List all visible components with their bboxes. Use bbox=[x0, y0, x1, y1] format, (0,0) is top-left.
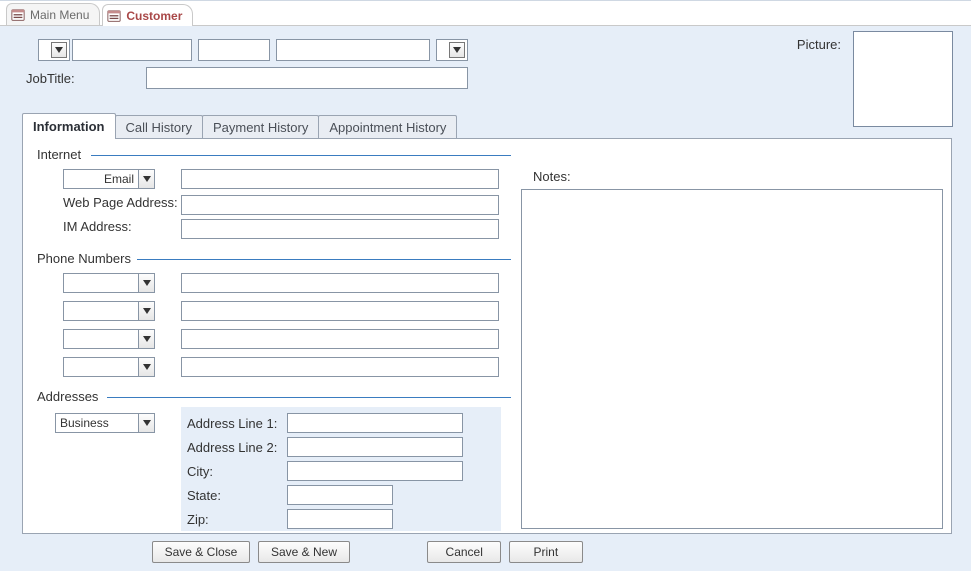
jobtitle-input[interactable] bbox=[146, 67, 468, 89]
form-icon bbox=[11, 8, 25, 22]
tab-call-history-label: Call History bbox=[126, 120, 192, 135]
document-tabs: Main Menu Customer bbox=[0, 1, 971, 26]
phone4-type-combo[interactable] bbox=[63, 357, 155, 377]
suffix-dropdown[interactable] bbox=[436, 39, 468, 61]
phone-group-label: Phone Numbers bbox=[33, 251, 135, 266]
addresses-group-label: Addresses bbox=[33, 389, 102, 404]
webpage-label: Web Page Address: bbox=[63, 195, 181, 210]
internet-group-label: Internet bbox=[33, 147, 85, 162]
cancel-label: Cancel bbox=[446, 545, 483, 559]
tabpage-information: Internet Email Web Page Address: IM Addr… bbox=[22, 138, 952, 534]
phone3-type-combo[interactable] bbox=[63, 329, 155, 349]
addr-city-input[interactable] bbox=[287, 461, 463, 481]
jobtitle-label: JobTitle: bbox=[26, 71, 146, 86]
save-new-label: Save & New bbox=[271, 545, 337, 559]
addr-state-label: State: bbox=[187, 488, 287, 503]
addr-city-label: City: bbox=[187, 464, 287, 479]
chevron-down-icon bbox=[449, 42, 465, 58]
lastname-input[interactable] bbox=[276, 39, 430, 61]
webpage-input[interactable] bbox=[181, 195, 499, 215]
button-bar: Save & Close Save & New Cancel Print bbox=[0, 541, 971, 563]
save-close-button[interactable]: Save & Close bbox=[152, 541, 251, 563]
phone1-input[interactable] bbox=[181, 273, 499, 293]
firstname-input[interactable] bbox=[72, 39, 192, 61]
picture-label: Picture: bbox=[797, 37, 841, 52]
title-dropdown[interactable] bbox=[38, 39, 70, 61]
doc-tab-customer[interactable]: Customer bbox=[102, 4, 193, 26]
chevron-down-icon bbox=[138, 414, 154, 432]
phone2-input[interactable] bbox=[181, 301, 499, 321]
tab-information-label: Information bbox=[33, 119, 105, 134]
notes-textarea[interactable] bbox=[521, 189, 943, 529]
chevron-down-icon bbox=[138, 358, 154, 376]
chevron-down-icon bbox=[51, 42, 67, 58]
tab-payment-history[interactable]: Payment History bbox=[202, 115, 319, 139]
phone3-input[interactable] bbox=[181, 329, 499, 349]
chevron-down-icon bbox=[138, 302, 154, 320]
addr-line1-input[interactable] bbox=[287, 413, 463, 433]
chevron-down-icon bbox=[138, 330, 154, 348]
email-input[interactable] bbox=[181, 169, 499, 189]
email-type-combo-text: Email bbox=[64, 172, 138, 186]
phone-group-line bbox=[137, 259, 511, 260]
print-button[interactable]: Print bbox=[509, 541, 583, 563]
im-input[interactable] bbox=[181, 219, 499, 239]
tab-appointment-history-label: Appointment History bbox=[329, 120, 446, 135]
address-type-combo[interactable]: Business bbox=[55, 413, 155, 433]
addr-line2-label: Address Line 2: bbox=[187, 440, 287, 455]
addr-state-input[interactable] bbox=[287, 485, 393, 505]
tab-information[interactable]: Information bbox=[22, 113, 116, 139]
addr-zip-input[interactable] bbox=[287, 509, 393, 529]
address-subpanel: Address Line 1: Address Line 2: City: St… bbox=[181, 407, 501, 531]
form-icon bbox=[107, 9, 121, 23]
middlename-input[interactable] bbox=[198, 39, 270, 61]
tab-appointment-history[interactable]: Appointment History bbox=[318, 115, 457, 139]
addr-line1-label: Address Line 1: bbox=[187, 416, 287, 431]
tab-payment-history-label: Payment History bbox=[213, 120, 308, 135]
save-new-button[interactable]: Save & New bbox=[258, 541, 350, 563]
chevron-down-icon bbox=[138, 274, 154, 292]
doc-tab-main-menu[interactable]: Main Menu bbox=[6, 3, 100, 25]
chevron-down-icon bbox=[138, 170, 154, 188]
notes-label: Notes: bbox=[533, 169, 571, 184]
save-close-label: Save & Close bbox=[165, 545, 238, 559]
phone1-type-combo[interactable] bbox=[63, 273, 155, 293]
cancel-button[interactable]: Cancel bbox=[427, 541, 501, 563]
doc-tab-main-menu-label: Main Menu bbox=[30, 8, 89, 22]
addr-line2-input[interactable] bbox=[287, 437, 463, 457]
print-label: Print bbox=[534, 545, 559, 559]
internet-group-line bbox=[91, 155, 511, 156]
phone4-input[interactable] bbox=[181, 357, 499, 377]
detail-tabcontrol: Information Call History Payment History… bbox=[22, 113, 952, 535]
detail-tabstrip: Information Call History Payment History… bbox=[22, 113, 952, 139]
im-label: IM Address: bbox=[63, 219, 181, 234]
phone2-type-combo[interactable] bbox=[63, 301, 155, 321]
email-type-combo[interactable]: Email bbox=[63, 169, 155, 189]
address-type-combo-text: Business bbox=[56, 416, 138, 430]
addr-zip-label: Zip: bbox=[187, 512, 287, 527]
tab-call-history[interactable]: Call History bbox=[115, 115, 203, 139]
doc-tab-customer-label: Customer bbox=[126, 9, 182, 23]
addresses-group-line bbox=[107, 397, 511, 398]
customer-form: Main Menu Customer JobTitle: Picture: bbox=[0, 0, 971, 571]
